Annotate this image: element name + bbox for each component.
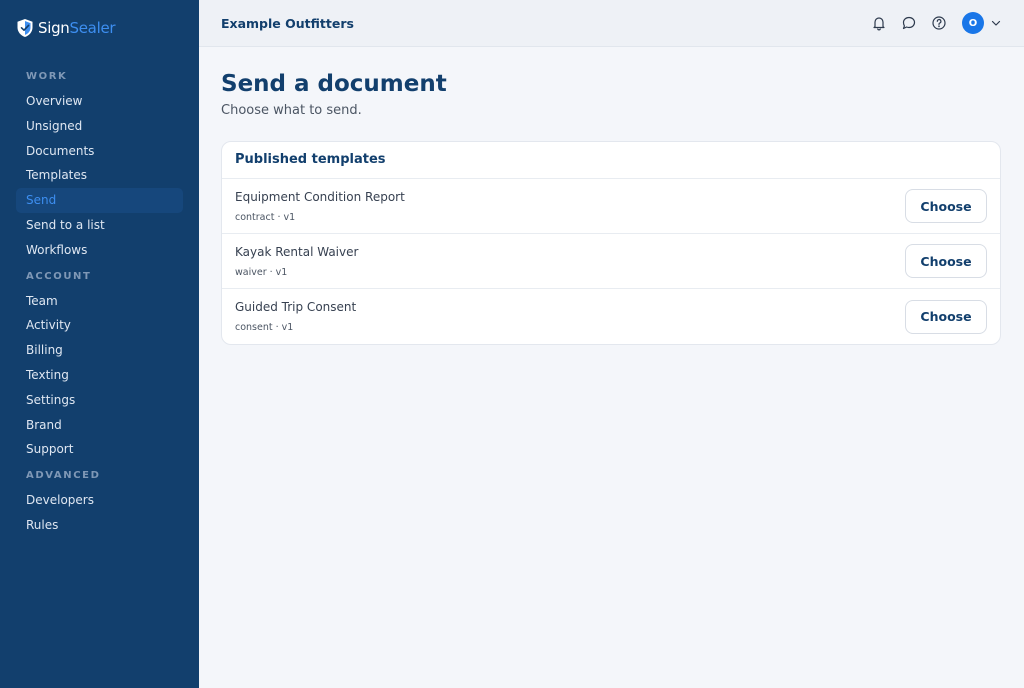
- card-title: Published templates: [222, 142, 1000, 179]
- nav-section-account: ACCOUNT: [26, 270, 92, 282]
- sidebar-item-workflows[interactable]: Workflows: [16, 238, 183, 263]
- shield-icon: [16, 18, 34, 38]
- sidebar-item-rules[interactable]: Rules: [16, 513, 183, 538]
- page-subtitle: Choose what to send.: [221, 103, 362, 118]
- topbar: Example Outfitters O: [199, 0, 1024, 47]
- content: Send a document Choose what to send. Pub…: [199, 47, 1024, 345]
- user-menu[interactable]: O: [962, 12, 1002, 34]
- sidebar-item-settings[interactable]: Settings: [16, 388, 183, 413]
- template-meta: contract · v1: [235, 211, 296, 223]
- nav-section-advanced: ADVANCED: [26, 470, 101, 482]
- sidebar-item-documents[interactable]: Documents: [16, 139, 183, 164]
- template-meta: consent · v1: [235, 322, 294, 333]
- sidebar-item-texting[interactable]: Texting: [16, 363, 183, 388]
- template-row: Equipment Condition Report contract · v1…: [222, 179, 1000, 234]
- help-icon[interactable]: [930, 14, 948, 32]
- sidebar-item-templates[interactable]: Templates: [16, 163, 183, 188]
- choose-button[interactable]: Choose: [905, 189, 987, 223]
- brand[interactable]: SignSealer: [16, 0, 183, 56]
- template-row: Guided Trip Consent consent · v1 Choose: [222, 289, 1000, 344]
- sidebar-item-team[interactable]: Team: [16, 289, 183, 314]
- template-meta: waiver · v1: [235, 266, 288, 278]
- sidebar-item-unsigned[interactable]: Unsigned: [16, 114, 183, 139]
- sidebar-item-overview[interactable]: Overview: [16, 89, 183, 114]
- sidebar-item-support[interactable]: Support: [16, 437, 183, 462]
- template-name: Equipment Condition Report: [235, 189, 405, 204]
- nav-list-work: Overview Unsigned Documents Templates Se…: [16, 89, 183, 263]
- bell-icon[interactable]: [870, 14, 888, 32]
- choose-button[interactable]: Choose: [905, 244, 987, 278]
- template-info: Guided Trip Consent consent · v1: [235, 300, 356, 333]
- chat-icon[interactable]: [900, 14, 918, 32]
- app: SignSealer WORK Overview Unsigned Docume…: [0, 0, 1024, 688]
- brand-name: SignSealer: [38, 19, 116, 37]
- top-actions: O: [870, 12, 1002, 34]
- nav-section-work: WORK: [26, 71, 68, 82]
- org-name: Example Outfitters: [221, 15, 354, 31]
- sidebar-item-developers[interactable]: Developers: [16, 488, 183, 513]
- template-name: Guided Trip Consent: [235, 300, 357, 314]
- sidebar: SignSealer WORK Overview Unsigned Docume…: [0, 0, 199, 688]
- template-name: Kayak Rental Waiver: [235, 244, 359, 259]
- templates-card: Published templates Equipment Condition …: [221, 141, 1001, 345]
- chevron-down-icon: [990, 14, 1002, 33]
- sidebar-item-billing[interactable]: Billing: [16, 338, 183, 363]
- brand-name-part2: Sealer: [69, 19, 116, 37]
- nav-list-account: Team Activity Billing Texting Settings B…: [16, 289, 183, 463]
- template-info: Equipment Condition Report contract · v1: [235, 190, 405, 223]
- brand-name-part1: Sign: [38, 19, 70, 37]
- choose-button[interactable]: Choose: [905, 299, 987, 334]
- template-info: Kayak Rental Waiver waiver · v1: [235, 245, 358, 278]
- sidebar-item-activity[interactable]: Activity: [16, 313, 183, 338]
- sidebar-item-brand[interactable]: Brand: [16, 413, 183, 438]
- nav-list-advanced: Developers Rules: [16, 488, 183, 538]
- template-row: Kayak Rental Waiver waiver · v1 Choose: [222, 234, 1000, 289]
- sidebar-item-send-to-a-list[interactable]: Send to a list: [16, 213, 183, 238]
- page-title: Send a document: [221, 71, 447, 97]
- sidebar-item-send[interactable]: Send: [16, 188, 183, 213]
- main: Example Outfitters O Send a document Cho…: [199, 0, 1024, 688]
- avatar: O: [962, 12, 984, 34]
